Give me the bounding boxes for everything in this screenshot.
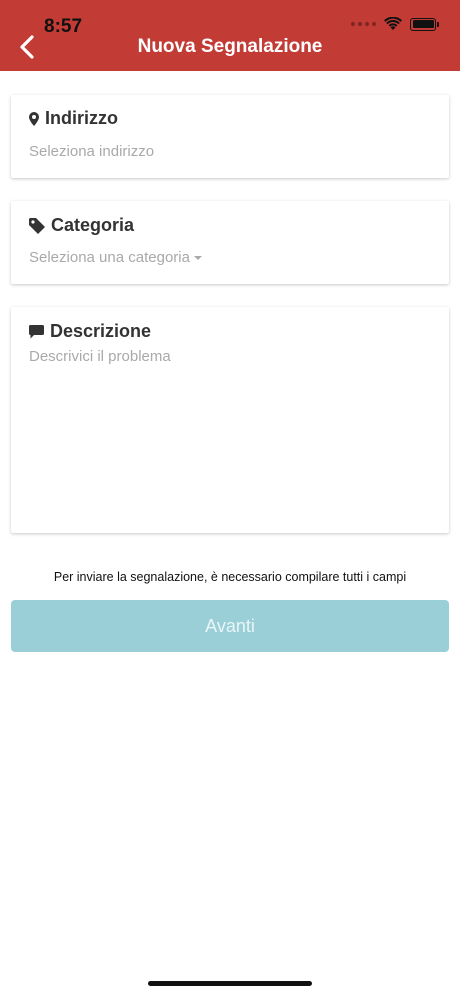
- address-placeholder: Seleziona indirizzo: [29, 143, 155, 160]
- category-placeholder: Seleziona una categoria: [29, 249, 190, 266]
- app-header: 8:57 Nuova Segnalazione: [0, 0, 460, 71]
- description-field[interactable]: Descrizione Descrivici il problema: [11, 307, 449, 533]
- home-indicator: [148, 981, 312, 986]
- status-indicators: [351, 17, 439, 31]
- wifi-icon: [384, 17, 402, 30]
- comment-icon: [29, 324, 44, 338]
- address-label: Indirizzo: [29, 108, 118, 129]
- description-label: Descrizione: [29, 321, 151, 342]
- status-time: 8:57: [44, 16, 83, 37]
- battery-icon: [410, 17, 439, 31]
- description-label-text: Descrizione: [50, 321, 152, 341]
- address-field[interactable]: Indirizzo Seleziona indirizzo: [11, 95, 449, 178]
- description-placeholder: Descrivici il problema: [29, 348, 171, 365]
- required-fields-notice: Per inviare la segnalazione, è necessari…: [53, 570, 407, 584]
- caret-down-icon: [193, 256, 202, 261]
- category-label-text: Categoria: [51, 215, 135, 235]
- map-marker-icon: [29, 111, 39, 126]
- category-field[interactable]: Categoria Seleziona una categoria: [11, 201, 449, 284]
- signal-icon: [351, 22, 376, 26]
- page-title: Nuova Segnalazione: [137, 36, 323, 57]
- category-select[interactable]: Seleziona una categoria: [29, 249, 202, 266]
- tag-icon: [29, 217, 45, 234]
- avanti-button[interactable]: Avanti: [11, 600, 449, 652]
- address-label-text: Indirizzo: [45, 108, 118, 128]
- category-label: Categoria: [29, 215, 134, 236]
